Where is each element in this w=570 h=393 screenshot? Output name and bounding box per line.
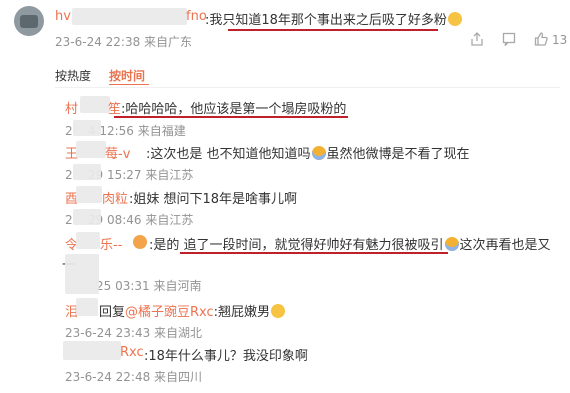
shocked-emoji-icon bbox=[311, 146, 326, 160]
reply-4-user-tail-text[interactable]: 乐-- bbox=[100, 238, 122, 253]
sort-divider bbox=[55, 87, 560, 88]
like-count: 13 bbox=[552, 33, 568, 47]
reply-4-text-body: :是的 追了一段时间，就觉得好帅好有魅力很被吸引 bbox=[149, 238, 444, 253]
like-icon[interactable] bbox=[534, 32, 548, 50]
share-icon[interactable] bbox=[470, 32, 484, 50]
reply-1-text: :哈哈哈哈，他应该是第一个塌房吸粉的 bbox=[121, 102, 347, 117]
top-comment-text: :我只知道18年那个事出来之后吸了好多粉 bbox=[205, 9, 463, 28]
reply-5-meta: 23-6-24 23:43 来自湖北 bbox=[65, 326, 203, 340]
reply-5-text: 回复@橘子豌豆Rxc:翘屁嫩男 bbox=[99, 301, 286, 320]
comment-icon[interactable] bbox=[502, 32, 516, 50]
reply-4-badge-icon bbox=[133, 235, 147, 249]
sort-tab-time[interactable]: 按时间 bbox=[109, 67, 145, 84]
reply-3-text: :姐妹 想问下18年是啥事儿啊 bbox=[129, 192, 298, 207]
reply-2-user-tail-text[interactable]: 莓-v bbox=[105, 147, 130, 162]
reply-5-reply-label: 回复 bbox=[99, 305, 126, 320]
reply-6-meta: 23-6-24 22:48 来自四川 bbox=[65, 370, 203, 384]
sort-tab-hot[interactable]: 按热度 bbox=[55, 67, 91, 84]
reply-1-user-head[interactable]: 村 bbox=[65, 102, 78, 117]
reply-2-text-tail: 虽然他微博是不看了现在 bbox=[326, 147, 470, 162]
reply-2-text-body: :这次也是 也不知道他知道吗 bbox=[146, 147, 311, 162]
reply-3-user-tail[interactable]: 肉粒 bbox=[102, 188, 128, 207]
reply-1-user[interactable]: 村 bbox=[65, 98, 78, 117]
reply-4-underline bbox=[180, 252, 448, 254]
reply-1-user-tail[interactable]: 笙 bbox=[108, 98, 121, 117]
reply-4-text-tail: 这次再看也是又 bbox=[459, 238, 551, 253]
laugh-emoji-icon bbox=[447, 12, 462, 26]
smirk-emoji-icon bbox=[271, 304, 286, 318]
reply-1-user-tail-text[interactable]: 笙 bbox=[108, 102, 121, 117]
top-comment-user-tail[interactable]: fno bbox=[186, 9, 207, 24]
reply-4-user-tail[interactable]: 乐-- bbox=[100, 234, 122, 253]
top-comment-underline bbox=[228, 29, 438, 31]
reply-2-text: :这次也是 也不知道他知道吗 虽然他微博是不看了现在 bbox=[146, 143, 470, 162]
top-comment-user-head[interactable]: hv bbox=[55, 9, 71, 24]
top-avatar[interactable] bbox=[14, 6, 44, 36]
reply-4-meta: 25 03:31 来自河南 bbox=[96, 279, 202, 293]
top-comment-user-tail-text[interactable]: fno bbox=[186, 9, 207, 24]
reply-6-text: :18年什么事儿？我没印象啊 bbox=[144, 349, 308, 364]
top-comment-meta: 23-6-24 22:38 来自广东 bbox=[55, 35, 193, 49]
top-comment-user[interactable]: hv bbox=[55, 9, 71, 24]
sort-tab-underline bbox=[109, 84, 149, 85]
reply-6-user-tail[interactable]: Rxc bbox=[120, 345, 144, 360]
reply-1-underline bbox=[114, 116, 348, 118]
shocked-emoji-icon-2 bbox=[444, 237, 459, 251]
top-comment-text-body: :我只知道18年那个事出来之后吸了好多粉 bbox=[205, 13, 447, 28]
reply-2-user-tail[interactable]: 莓-v bbox=[105, 143, 130, 162]
reply-6-user-tail-text[interactable]: Rxc bbox=[120, 345, 144, 360]
reply-5-mention[interactable]: @橘子豌豆Rxc bbox=[125, 305, 214, 320]
reply-3-user-tail-text[interactable]: 肉粒 bbox=[102, 192, 128, 207]
reply-4-text: :是的 追了一段时间，就觉得好帅好有魅力很被吸引 这次再看也是又 bbox=[149, 234, 551, 253]
reply-5-text-tail: :翘屁嫩男 bbox=[213, 305, 271, 320]
